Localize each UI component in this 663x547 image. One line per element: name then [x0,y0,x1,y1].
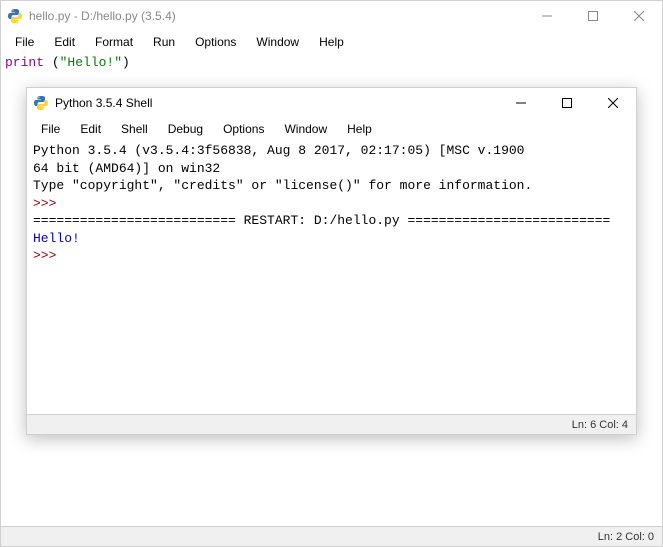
editor-title: hello.py - D:/hello.py (3.5.4) [29,9,524,23]
menu-edit[interactable]: Edit [72,120,109,138]
menu-options[interactable]: Options [215,120,272,138]
code-paren-open: ( [44,55,60,70]
shell-menubar: File Edit Shell Debug Options Window Hel… [27,118,636,140]
editor-menubar: File Edit Format Run Options Window Help [1,31,662,53]
menu-shell[interactable]: Shell [113,120,156,138]
shell-title: Python 3.5.4 Shell [55,96,498,110]
editor-statusbar: Ln: 2 Col: 0 [1,526,662,546]
editor-cursor-position: Ln: 2 Col: 0 [598,531,654,543]
minimize-button[interactable] [524,1,570,31]
menu-file[interactable]: File [7,33,42,51]
shell-copyright-line: Type "copyright", "credits" or "license(… [33,177,630,195]
minimize-button[interactable] [498,88,544,118]
editor-titlebar[interactable]: hello.py - D:/hello.py (3.5.4) [1,1,662,31]
shell-prompt: >>> [33,195,630,213]
python-icon [33,95,49,111]
menu-format[interactable]: Format [87,33,141,51]
menu-file[interactable]: File [33,120,68,138]
menu-run[interactable]: Run [145,33,183,51]
shell-text-area[interactable]: Python 3.5.4 (v3.5.4:3f56838, Aug 8 2017… [27,140,636,414]
code-paren-close: ) [122,55,130,70]
maximize-button[interactable] [544,88,590,118]
shell-version-line: 64 bit (AMD64)] on win32 [33,160,630,178]
code-keyword: print [5,55,44,70]
shell-statusbar: Ln: 6 Col: 4 [27,414,636,434]
menu-help[interactable]: Help [339,120,380,138]
shell-prompt: >>> [33,247,630,265]
menu-window[interactable]: Window [276,120,335,138]
close-button[interactable] [616,1,662,31]
menu-help[interactable]: Help [311,33,352,51]
shell-version-line: Python 3.5.4 (v3.5.4:3f56838, Aug 8 2017… [33,142,630,160]
menu-edit[interactable]: Edit [46,33,83,51]
code-string: "Hello!" [60,55,122,70]
python-icon [7,8,23,24]
menu-debug[interactable]: Debug [160,120,211,138]
shell-titlebar[interactable]: Python 3.5.4 Shell [27,88,636,118]
shell-window: Python 3.5.4 Shell File Edit Shell Debug… [26,87,637,435]
close-button[interactable] [590,88,636,118]
shell-restart-line: ========================== RESTART: D:/h… [33,212,630,230]
maximize-button[interactable] [570,1,616,31]
menu-window[interactable]: Window [248,33,307,51]
shell-cursor-position: Ln: 6 Col: 4 [572,419,628,431]
shell-window-controls [498,88,636,118]
menu-options[interactable]: Options [187,33,244,51]
editor-window-controls [524,1,662,31]
shell-output: Hello! [33,230,630,248]
